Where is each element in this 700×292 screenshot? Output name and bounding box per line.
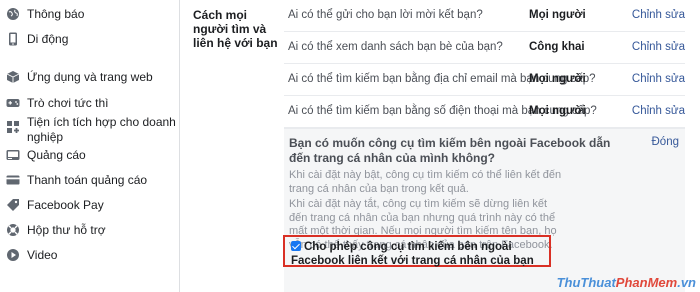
setting-question: Ai có thể gửi cho bạn lời mời kết bạn?	[288, 9, 483, 21]
setting-row-friend-requests: Ai có thể gửi cho bạn lời mời kết bạn? M…	[284, 0, 685, 32]
watermark-logo: ThuThuatPhanMem.vn	[557, 275, 696, 290]
sidebar-item-support-inbox[interactable]: Hộp thư hỗ trợ	[0, 221, 180, 241]
watermark-part: ThuThuat	[556, 275, 616, 290]
section-title: Cách mọi người tìm và liên hệ với bạn	[193, 8, 278, 50]
sidebar-item-instant-games[interactable]: Trò chơi tức thì	[0, 94, 180, 114]
sidebar-item-video[interactable]: Video	[0, 246, 180, 266]
sidebar-item-label: Di động	[27, 32, 69, 46]
edit-link[interactable]: Chỉnh sửa	[632, 9, 685, 21]
settings-sidebar: Thông báo Di động Ứng dụng và trang web …	[0, 0, 180, 292]
sidebar-item-ads[interactable]: Quảng cáo	[0, 146, 180, 166]
setting-row-lookup-email: Ai có thể tìm kiếm bạn bằng địa chỉ emai…	[284, 64, 685, 96]
checkbox-label: Cho phép công cụ tìm kiếm bên ngoài Face…	[291, 241, 534, 267]
mobile-icon	[6, 32, 20, 46]
business-integration-icon	[6, 120, 20, 134]
setting-row-friends-list: Ai có thể xem danh sách bạn bè của bạn? …	[284, 32, 685, 64]
ads-icon	[6, 148, 20, 162]
setting-row-lookup-phone: Ai có thể tìm kiếm bạn bằng số điện thoạ…	[284, 96, 685, 128]
sidebar-item-label: Tiện ích tích hợp cho doanh nghiệp	[27, 115, 176, 144]
sidebar-item-facebook-pay[interactable]: Facebook Pay	[0, 196, 180, 216]
checkbox[interactable]	[291, 241, 301, 251]
sidebar-item-label: Thanh toán quảng cáo	[27, 173, 148, 187]
sidebar-item-label: Thông báo	[27, 7, 85, 21]
sidebar-item-label: Quảng cáo	[27, 148, 86, 162]
panel-title: Bạn có muốn công cụ tìm kiếm bên ngoài F…	[289, 136, 611, 165]
sidebar-item-ad-payments[interactable]: Thanh toán quảng cáo	[0, 171, 180, 191]
sidebar-item-label: Trò chơi tức thì	[27, 96, 109, 110]
watermark-part: PhanMem	[615, 275, 678, 290]
sidebar-item-business-integrations[interactable]: Tiện ích tích hợp cho doanh nghiệp	[0, 113, 180, 145]
sidebar-item-label: Video	[27, 248, 58, 262]
sidebar-item-label: Hộp thư hỗ trợ	[27, 223, 106, 237]
setting-value: Mọi người	[529, 9, 586, 21]
sidebar-item-apps[interactable]: Ứng dụng và trang web	[0, 68, 180, 88]
edit-link[interactable]: Chỉnh sửa	[632, 105, 685, 117]
edit-link[interactable]: Chỉnh sửa	[632, 41, 685, 53]
privacy-settings-main: Cách mọi người tìm và liên hệ với bạn Ai…	[181, 0, 700, 292]
setting-value: Công khai	[529, 41, 585, 53]
panel-description-on: Khi cài đặt này bật, công cụ tìm kiếm có…	[289, 169, 562, 195]
watermark-part: .vn	[677, 275, 696, 290]
game-controller-icon	[6, 96, 20, 110]
video-icon	[6, 248, 20, 262]
highlight-box: Cho phép công cụ tìm kiếm bên ngoài Face…	[283, 235, 551, 267]
lifebuoy-icon	[6, 223, 20, 237]
credit-card-icon	[6, 173, 20, 187]
globe-icon	[6, 7, 20, 21]
apps-cube-icon	[6, 70, 20, 84]
tag-icon	[6, 198, 20, 212]
sidebar-item-label: Ứng dụng và trang web	[27, 70, 153, 84]
setting-value: Mọi người	[529, 105, 586, 117]
edit-link[interactable]: Chỉnh sửa	[632, 73, 685, 85]
search-engine-checkbox-row[interactable]: Cho phép công cụ tìm kiếm bên ngoài Face…	[291, 240, 549, 268]
sidebar-item-mobile[interactable]: Di động	[0, 30, 180, 50]
setting-value: Mọi người	[529, 73, 586, 85]
sidebar-item-notifications[interactable]: Thông báo	[0, 5, 180, 25]
sidebar-item-label: Facebook Pay	[27, 198, 104, 212]
setting-question: Ai có thể xem danh sách bạn bè của bạn?	[288, 41, 503, 53]
close-link[interactable]: Đóng	[652, 136, 680, 148]
